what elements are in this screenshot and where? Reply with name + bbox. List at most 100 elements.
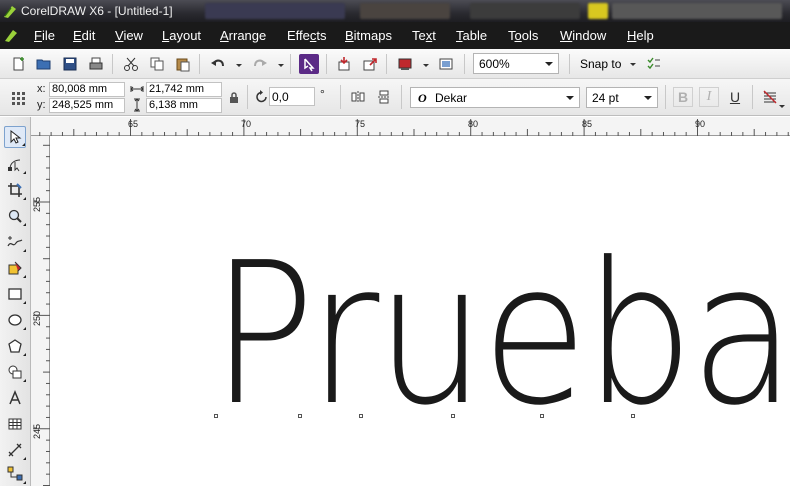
rectangle-tool-icon[interactable]	[4, 283, 26, 305]
menu-file[interactable]: File	[34, 28, 55, 43]
blurred-region	[470, 3, 580, 19]
toolbar-separator	[386, 54, 387, 74]
undo-dropdown-icon[interactable]	[236, 64, 242, 67]
object-origin-icon[interactable]	[8, 88, 28, 108]
menu-help[interactable]: Help	[627, 28, 654, 43]
menu-window[interactable]: Window	[560, 28, 606, 43]
ellipse-tool-icon[interactable]	[4, 309, 26, 331]
basic-shapes-tool-icon[interactable]	[4, 361, 26, 383]
ruler-ticks	[39, 119, 789, 136]
table-tool-icon[interactable]	[4, 413, 26, 435]
font-size-select[interactable]: 24 pt	[586, 87, 658, 108]
menu-edit[interactable]: Edit	[73, 28, 95, 43]
ruler-label: 75	[355, 119, 366, 129]
ruler-label: 65	[128, 119, 139, 129]
toolbar-separator	[569, 54, 570, 74]
redo-dropdown-icon[interactable]	[278, 64, 284, 67]
cut-icon[interactable]	[121, 54, 141, 74]
blurred-region	[205, 3, 345, 19]
undo-icon[interactable]	[208, 54, 228, 74]
print-icon[interactable]	[86, 54, 106, 74]
application-launcher-icon[interactable]	[395, 54, 415, 74]
crop-tool-icon[interactable]	[4, 179, 26, 201]
paste-icon[interactable]	[173, 54, 193, 74]
opentype-font-icon: O	[418, 91, 427, 105]
import-icon[interactable]	[334, 54, 354, 74]
menu-text[interactable]: Text	[412, 28, 436, 43]
toolbar-separator	[112, 54, 113, 74]
menu-effects[interactable]: Effects	[287, 28, 327, 43]
document-menu-icon[interactable]	[3, 27, 19, 43]
launcher-dropdown-icon[interactable]	[423, 64, 429, 67]
text-align-icon[interactable]	[760, 87, 780, 107]
artistic-text-object[interactable]: Prueba	[211, 237, 790, 433]
zoom-level-value: 600%	[479, 57, 510, 71]
y-position-field[interactable]: 248,525 mm	[49, 98, 125, 113]
menu-arrange[interactable]: Arrange	[220, 28, 266, 43]
shape-tool-icon[interactable]	[4, 153, 26, 175]
rotation-angle-field[interactable]: 0,0	[269, 87, 315, 106]
redo-icon[interactable]	[250, 54, 270, 74]
object-width-field[interactable]: 21,742 mm	[146, 82, 222, 97]
toolbar-separator	[340, 85, 341, 109]
export-icon[interactable]	[360, 54, 380, 74]
menu-layout[interactable]: Layout	[162, 28, 201, 43]
underline-button[interactable]: U	[725, 87, 745, 107]
object-height-field[interactable]: 6,138 mm	[146, 98, 222, 113]
search-content-icon[interactable]	[299, 54, 319, 74]
text-tool-icon[interactable]	[4, 387, 26, 409]
welcome-screen-icon[interactable]	[436, 54, 456, 74]
freehand-tool-icon[interactable]	[4, 231, 26, 253]
polygon-tool-icon[interactable]	[4, 335, 26, 357]
mirror-horizontal-icon[interactable]	[348, 87, 368, 107]
vertical-ruler[interactable]: 255 250 245	[31, 136, 50, 486]
bold-button[interactable]: B	[673, 87, 693, 107]
text-node-handle[interactable]	[631, 414, 635, 418]
font-size-value: 24 pt	[592, 91, 619, 105]
menu-table[interactable]: Table	[456, 28, 487, 43]
standard-toolbar: 600% Snap to	[0, 49, 790, 79]
font-name-value: Dekar	[435, 91, 468, 105]
ruler-label: 245	[32, 423, 42, 439]
horizontal-ruler[interactable]: 65 70 75 80 85 90	[32, 117, 790, 136]
text-node-handle[interactable]	[540, 414, 544, 418]
toolbar-separator	[290, 54, 291, 74]
italic-button[interactable]: I	[699, 87, 719, 107]
x-label: x:	[37, 83, 46, 95]
ruler-label: 255	[32, 196, 42, 212]
snap-to-button[interactable]: Snap to	[580, 57, 621, 71]
snap-to-dropdown-icon[interactable]	[630, 63, 636, 66]
toolbar-separator	[326, 54, 327, 74]
text-node-handle[interactable]	[451, 414, 455, 418]
text-align-dropdown-icon[interactable]	[779, 105, 785, 108]
window-title: CorelDRAW X6 - [Untitled-1]	[21, 4, 173, 18]
zoom-tool-icon[interactable]	[4, 205, 26, 227]
toolbar-separator	[401, 85, 402, 109]
ruler-label: 250	[32, 310, 42, 326]
toolbar-separator	[665, 85, 666, 109]
blurred-region	[588, 3, 608, 19]
open-folder-icon[interactable]	[34, 54, 54, 74]
new-document-icon[interactable]	[8, 54, 28, 74]
coreldraw-app-icon	[4, 6, 16, 18]
pick-tool-icon[interactable]	[4, 126, 26, 148]
menu-bitmaps[interactable]: Bitmaps	[345, 28, 392, 43]
text-node-handle[interactable]	[298, 414, 302, 418]
mirror-vertical-icon[interactable]	[374, 87, 394, 107]
options-checklist-icon[interactable]	[644, 54, 664, 74]
menu-view[interactable]: View	[115, 28, 143, 43]
dimension-tool-icon[interactable]	[4, 439, 26, 461]
menu-tools[interactable]: Tools	[508, 28, 538, 43]
copy-icon[interactable]	[147, 54, 167, 74]
drawing-canvas[interactable]: Prueba	[51, 137, 790, 486]
text-node-handle[interactable]	[214, 414, 218, 418]
ruler-label: 80	[468, 119, 479, 129]
connector-tool-icon[interactable]	[4, 463, 26, 485]
text-node-handle[interactable]	[359, 414, 363, 418]
lock-ratio-icon[interactable]	[224, 88, 244, 108]
font-list-select[interactable]: O Dekar	[410, 87, 580, 108]
save-icon[interactable]	[60, 54, 80, 74]
smart-fill-tool-icon[interactable]	[4, 257, 26, 279]
zoom-level-select[interactable]: 600%	[473, 53, 559, 74]
x-position-field[interactable]: 80,008 mm	[49, 82, 125, 97]
